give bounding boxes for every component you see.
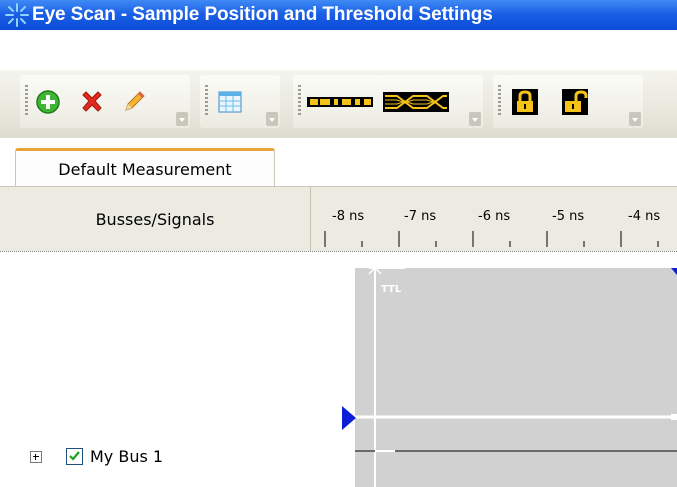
window-title: Eye Scan - Sample Position and Threshold… [32,4,493,25]
expand-icon[interactable] [30,450,42,463]
column-header: Busses/Signals -8 ns -7 ns -6 ns -5 ns -… [0,187,677,251]
delete-button[interactable] [76,86,108,118]
busses-signals-header[interactable]: Busses/Signals [0,187,310,251]
toolbar-group-lock [493,75,643,128]
toolbar-group-edit [20,75,190,128]
lock-button[interactable] [509,86,541,118]
tab-default-measurement[interactable]: Default Measurement [15,148,275,188]
eye-diagram-icon [383,92,449,112]
waveform-area[interactable]: TTL [355,268,677,487]
signal-checkbox[interactable] [66,448,83,465]
table-button[interactable] [214,86,246,118]
time-tick-label: -4 ns [628,209,661,224]
time-tick-label: -8 ns [332,209,365,224]
title-bar: Eye Scan - Sample Position and Threshold… [0,0,677,30]
threshold-label: TTL [381,284,402,295]
bus-waveform-button[interactable] [307,86,373,118]
add-icon [36,90,60,114]
sparkle-icon [5,3,29,27]
header-dotted-separator [0,251,677,252]
toolbar-group-display [293,75,483,128]
time-tick-label: -5 ns [552,209,585,224]
unlock-button[interactable] [559,86,591,118]
time-ruler [324,231,659,247]
time-tick-label: -6 ns [478,209,511,224]
unlock-icon [562,89,588,115]
toolbar [0,70,677,138]
eye-diagram-button[interactable] [383,86,449,118]
edit-button[interactable] [118,86,150,118]
edit-pencil-icon [125,91,145,111]
table-icon [218,91,242,113]
dropdown-arrow-icon[interactable] [176,112,188,126]
signal-row: My Bus 1 [30,447,163,466]
lock-icon [512,89,538,115]
bus-waveform-icon [307,97,373,107]
checkmark-icon [69,451,80,461]
delete-icon [82,91,102,112]
signal-label: My Bus 1 [90,447,164,466]
dropdown-arrow-icon[interactable] [469,112,481,126]
threshold-marker-icon[interactable] [341,405,357,431]
dropdown-arrow-icon[interactable] [629,112,641,126]
dropdown-arrow-icon[interactable] [266,112,278,126]
add-button[interactable] [32,86,64,118]
time-tick-label: -7 ns [404,209,437,224]
toolbar-group-table [200,75,280,128]
tab-bar: Default Measurement [0,144,677,188]
waveform-graphics [355,268,677,487]
